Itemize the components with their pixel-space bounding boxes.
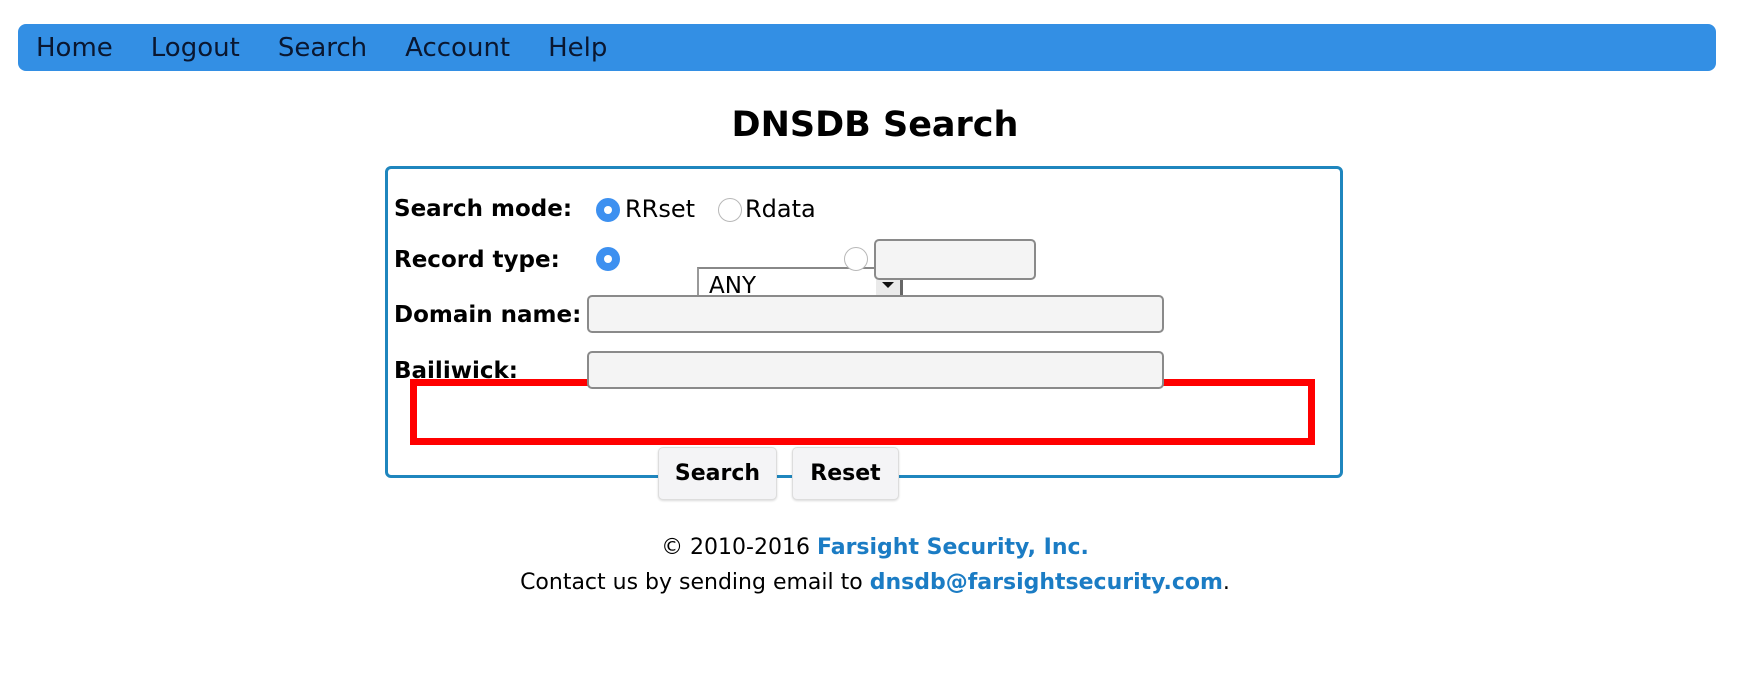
email-link[interactable]: dnsdb@farsightsecurity.com	[870, 570, 1223, 595]
copyright-text: © 2010-2016	[661, 535, 810, 560]
search-button[interactable]: Search	[658, 447, 777, 500]
company-link[interactable]: Farsight Security, Inc.	[817, 535, 1089, 560]
record-type-select-radio[interactable]	[596, 247, 620, 271]
footer-contact: Contact us by sending email to dnsdb@far…	[0, 570, 1750, 595]
record-type-custom-radio[interactable]	[844, 247, 868, 271]
top-nav-bar: Home Logout Search Account Help	[18, 24, 1716, 71]
bailiwick-input[interactable]	[587, 351, 1164, 389]
nav-logout-link[interactable]: Logout	[151, 33, 240, 63]
nav-account-link[interactable]: Account	[405, 33, 510, 63]
domain-name-input[interactable]	[587, 295, 1164, 333]
bailiwick-label: Bailiwick:	[394, 358, 518, 384]
nav-search-link[interactable]: Search	[278, 33, 367, 63]
nav-home-link[interactable]: Home	[36, 33, 113, 63]
record-type-custom-input[interactable]	[874, 239, 1036, 280]
search-mode-rdata-label[interactable]: Rdata	[745, 195, 816, 223]
search-mode-rrset-label[interactable]: RRset	[625, 195, 695, 223]
search-mode-rrset-radio[interactable]	[596, 198, 620, 222]
search-mode-label: Search mode:	[394, 196, 573, 222]
contact-suffix: .	[1222, 570, 1230, 595]
nav-help-link[interactable]: Help	[548, 33, 607, 63]
record-type-label: Record type:	[394, 247, 560, 273]
footer-copyright: © 2010-2016 Farsight Security, Inc.	[0, 535, 1750, 560]
contact-text: Contact us by sending email to	[520, 570, 863, 595]
page-title: DNSDB Search	[731, 105, 1019, 145]
reset-button[interactable]: Reset	[792, 447, 899, 500]
domain-name-label: Domain name:	[394, 302, 582, 328]
search-mode-rdata-radio[interactable]	[718, 198, 742, 222]
